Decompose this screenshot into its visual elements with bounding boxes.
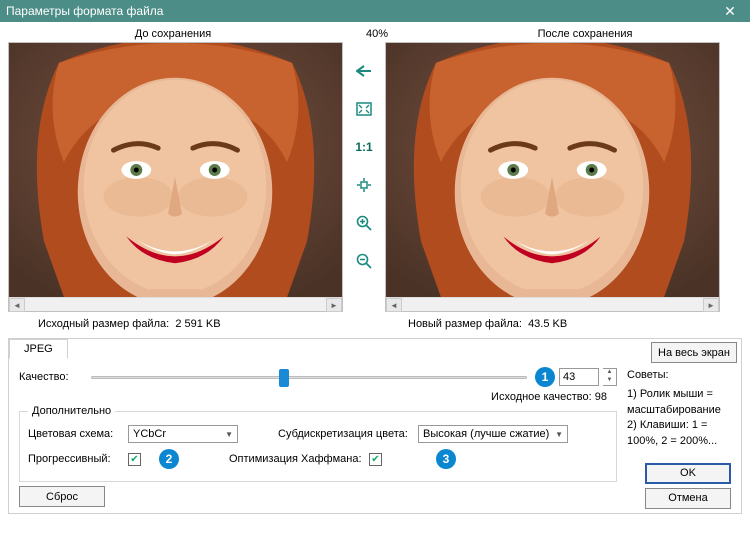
scroll-right-icon[interactable]: ► xyxy=(703,298,719,312)
new-size-label: Новый размер файла: xyxy=(408,318,522,330)
tips-title: Советы: xyxy=(627,368,731,383)
ok-button[interactable]: OK xyxy=(645,463,731,484)
preview-after[interactable]: ◄ ► xyxy=(385,42,720,312)
new-size-value: 43.5 KB xyxy=(528,318,567,330)
scroll-right-icon[interactable]: ► xyxy=(326,298,342,312)
subsampling-label: Субдискретизация цвета: xyxy=(278,428,418,440)
original-size-value: 2 591 KB xyxy=(175,318,220,330)
after-image xyxy=(386,43,719,297)
preview-header: До сохранения 40% После сохранения xyxy=(8,26,742,42)
quality-slider[interactable] xyxy=(91,366,527,388)
scroll-left-icon[interactable]: ◄ xyxy=(386,298,402,312)
callout-1: 1 xyxy=(535,367,555,387)
scrollbar-before[interactable]: ◄ ► xyxy=(9,297,342,311)
center-icon[interactable] xyxy=(353,174,375,196)
advanced-legend: Дополнительно xyxy=(28,405,115,417)
tab-jpeg[interactable]: JPEG xyxy=(9,339,68,359)
window-title: Параметры формата файла xyxy=(6,4,710,18)
actual-size-icon[interactable]: 1:1 xyxy=(353,136,375,158)
color-scheme-label: Цветовая схема: xyxy=(28,428,128,440)
scrollbar-after[interactable]: ◄ ► xyxy=(386,297,719,311)
advanced-group: Дополнительно Цветовая схема: YCbCr ▼ Су… xyxy=(19,405,617,482)
color-scheme-value: YCbCr xyxy=(133,428,166,440)
zoom-percent: 40% xyxy=(338,28,398,40)
orig-quality-label: Исходное качество: xyxy=(491,391,592,403)
huffman-checkbox[interactable]: ✔ xyxy=(369,453,382,466)
tips-line2: 2) Клавиши: 1 = 100%, 2 = 200%... xyxy=(627,418,731,449)
back-icon[interactable] xyxy=(353,60,375,82)
tips-section: Советы: 1) Ролик мыши = масштабирование … xyxy=(627,368,731,449)
fit-screen-icon[interactable] xyxy=(353,98,375,120)
preview-toolbar: 1:1 xyxy=(343,42,385,312)
progressive-checkbox[interactable]: ✔ xyxy=(128,453,141,466)
scroll-left-icon[interactable]: ◄ xyxy=(9,298,25,312)
zoom-in-icon[interactable] xyxy=(353,212,375,234)
chevron-down-icon: ▼ xyxy=(225,430,233,439)
quality-input[interactable] xyxy=(559,368,599,386)
zoom-out-icon[interactable] xyxy=(353,250,375,272)
settings-panel: JPEG На весь экран Качество: 1 ▲▼ Исходн… xyxy=(8,338,742,514)
color-scheme-select[interactable]: YCbCr ▼ xyxy=(128,425,238,443)
after-label: После сохранения xyxy=(398,28,742,40)
quality-spinner[interactable]: ▲▼ xyxy=(603,368,617,386)
original-size-label: Исходный размер файла: xyxy=(38,318,169,330)
preview-before[interactable]: ◄ ► xyxy=(8,42,343,312)
huffman-label: Оптимизация Хаффмана: xyxy=(229,453,369,465)
reset-button[interactable]: Сброс xyxy=(19,486,105,507)
tips-line1: 1) Ролик мыши = масштабирование xyxy=(627,387,731,418)
chevron-down-icon: ▼ xyxy=(555,430,563,439)
title-bar: Параметры формата файла ✕ xyxy=(0,0,750,22)
before-label: До сохранения xyxy=(8,28,338,40)
quality-label: Качество: xyxy=(19,371,87,383)
close-icon: ✕ xyxy=(724,3,736,20)
before-image xyxy=(9,43,342,297)
cancel-button[interactable]: Отмена xyxy=(645,488,731,509)
size-row: Исходный размер файла: 2 591 KB Новый ра… xyxy=(8,312,742,338)
subsampling-value: Высокая (лучше сжатие) xyxy=(423,428,549,440)
fullscreen-button[interactable]: На весь экран xyxy=(651,342,737,363)
orig-quality-value: 98 xyxy=(595,391,607,403)
callout-3: 3 xyxy=(436,449,456,469)
progressive-label: Прогрессивный: xyxy=(28,453,128,465)
close-button[interactable]: ✕ xyxy=(710,0,750,22)
subsampling-select[interactable]: Высокая (лучше сжатие) ▼ xyxy=(418,425,568,443)
callout-2: 2 xyxy=(159,449,179,469)
